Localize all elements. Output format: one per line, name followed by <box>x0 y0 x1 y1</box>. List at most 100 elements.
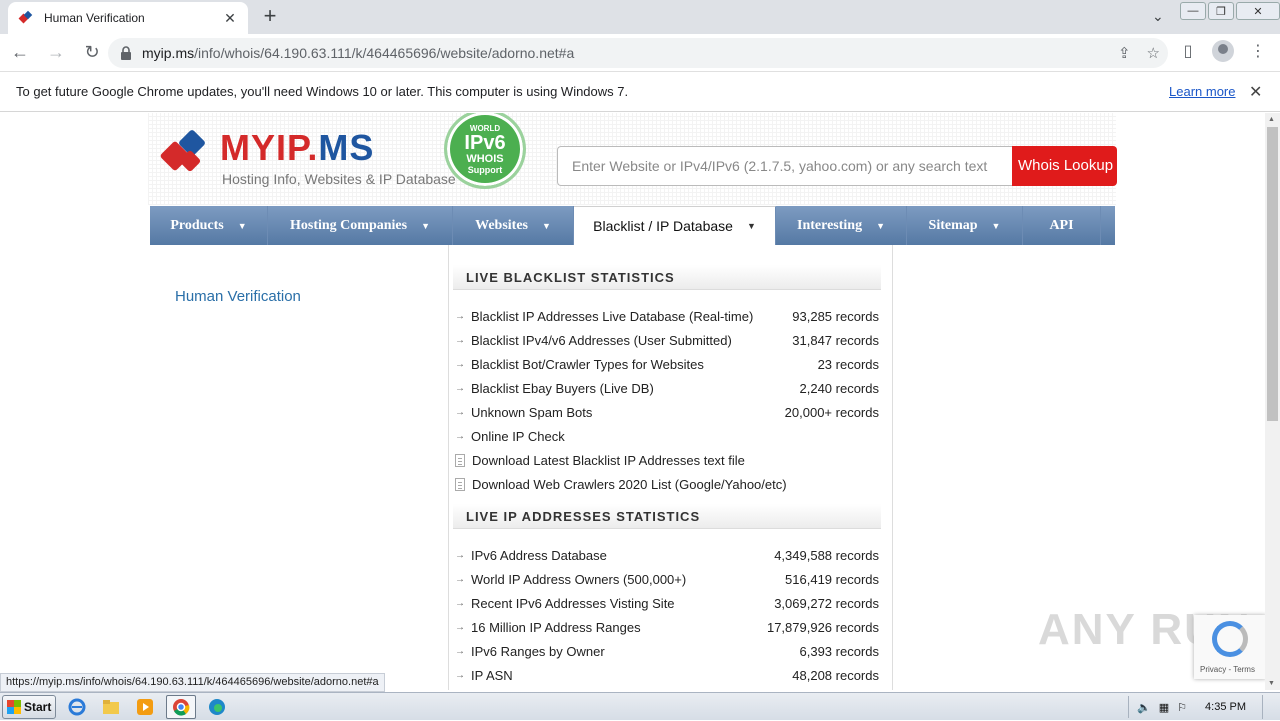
caret-down-icon: ▼ <box>991 220 1001 231</box>
nav-products[interactable]: Products ▼ <box>150 206 268 245</box>
address-bar[interactable]: myip.ms/info/whois/64.190.63.111/k/46446… <box>108 38 1168 68</box>
stats-row-label[interactable]: World IP Address Owners (500,000+) <box>471 572 785 587</box>
status-url-hint: https://myip.ms/info/whois/64.190.63.111… <box>0 673 385 692</box>
nav-blacklist-ip-database[interactable]: Blacklist / IP Database ▼ <box>574 206 776 245</box>
stats-row-label[interactable]: IP ASN <box>471 668 792 683</box>
stats-row-label[interactable]: Online IP Check <box>471 429 879 444</box>
forward-icon[interactable]: → <box>40 37 72 69</box>
stats-row-label[interactable]: Blacklist IP Addresses Live Database (Re… <box>471 309 792 324</box>
stats-row[interactable]: → IPv6 Address Database 4,349,588 records <box>455 543 879 567</box>
window-close-button[interactable]: ✕ <box>1236 2 1280 20</box>
stats-row[interactable]: → Blacklist Ebay Buyers (Live DB) 2,240 re… <box>455 376 879 400</box>
volume-icon[interactable]: 🔈 <box>1137 701 1151 714</box>
clock[interactable]: 4:35 PM <box>1205 701 1246 713</box>
tab-close-icon[interactable]: ✕ <box>222 10 238 27</box>
stats-panel: LIVE BLACKLIST STATISTICS → Blacklist IP … <box>448 245 893 690</box>
show-desktop-button[interactable] <box>1262 695 1274 719</box>
bookmark-star-icon[interactable]: ☆ <box>1147 44 1160 62</box>
stats-row[interactable]: →Web Bots 2020 - Web Spider List6,004 re… <box>455 687 879 690</box>
windows-taskbar: Start 🔈 ▦ ⚐ 4:35 PM <box>0 692 1280 720</box>
new-tab-button[interactable]: + <box>258 4 282 28</box>
page-scrollbar[interactable]: ▲ ▼ <box>1265 113 1280 690</box>
stats-row[interactable]: → Online IP Check <box>455 424 879 448</box>
arrow-right-icon: → <box>455 430 465 442</box>
reload-icon[interactable]: ↻ <box>76 37 108 69</box>
infobar-message: To get future Google Chrome updates, you… <box>16 84 629 99</box>
human-verification-link[interactable]: Human Verification <box>175 288 301 305</box>
browser-tab[interactable]: Human Verification ✕ <box>8 2 248 34</box>
minimize-button[interactable]: — <box>1180 2 1206 20</box>
stats-row-label[interactable]: Recent IPv6 Addresses Visting Site <box>471 596 774 611</box>
profile-avatar-icon[interactable] <box>1212 40 1234 62</box>
stats-row[interactable]: → Recent IPv6 Addresses Visting Site 3,069… <box>455 591 879 615</box>
stats-row[interactable]: → Blacklist IP Addresses Live Database (R… <box>455 304 879 328</box>
site-logo-text[interactable]: MYIP.MS <box>220 127 374 169</box>
scroll-down-icon[interactable]: ▼ <box>1268 680 1275 687</box>
browser-toolbar: ← → ↻ myip.ms/info/whois/64.190.63.111/k… <box>0 34 1280 72</box>
explorer-folder-icon[interactable] <box>98 695 124 719</box>
nav-websites[interactable]: Websites ▼ <box>453 206 574 245</box>
menu-kebab-icon[interactable]: ⋮ <box>1246 39 1270 63</box>
stats-row-label[interactable]: Download Web Crawlers 2020 List (Google/… <box>472 477 879 492</box>
nav-api[interactable]: API <box>1023 206 1101 245</box>
whois-search-input[interactable]: Enter Website or IPv4/IPv6 (2.1.7.5, yah… <box>557 146 1013 186</box>
tab-search-icon[interactable]: ⌄ <box>1152 8 1164 25</box>
arrow-right-icon: → <box>455 621 465 633</box>
stats-row[interactable]: → 16 Million IP Address Ranges 17,879,926 … <box>455 615 879 639</box>
stats-row[interactable]: → IPv6 Ranges by Owner 6,393 records <box>455 639 879 663</box>
logo-subtitle: Hosting Info, Websites & IP Database <box>222 171 456 187</box>
restore-button[interactable]: ❐ <box>1208 2 1234 20</box>
stats-row-label[interactable]: Blacklist Ebay Buyers (Live DB) <box>471 381 800 396</box>
stats-row-label[interactable]: Blacklist Bot/Crawler Types for Websites <box>471 357 818 372</box>
whois-lookup-button[interactable]: Whois Lookup <box>1012 146 1117 186</box>
back-icon[interactable]: ← <box>4 37 36 69</box>
arrow-right-icon: → <box>455 669 465 681</box>
badge-main: IPv6 <box>464 131 506 154</box>
stats-row[interactable]: → IP ASN 48,208 records <box>455 663 879 687</box>
stats-row[interactable]: → World IP Address Owners (500,000+) 516,4… <box>455 567 879 591</box>
infobar-close-icon[interactable]: ✕ <box>1249 82 1262 102</box>
chrome-icon[interactable] <box>166 694 196 719</box>
action-center-flag-icon[interactable]: ⚐ <box>1177 701 1187 714</box>
scrollbar-thumb[interactable] <box>1267 127 1278 421</box>
stats-row-label[interactable]: Blacklist IPv4/v6 Addresses (User Submit… <box>471 333 792 348</box>
share-icon[interactable]: ⇪ <box>1118 44 1131 62</box>
media-player-icon[interactable] <box>132 695 158 719</box>
stats-row-label[interactable]: Unknown Spam Bots <box>471 405 785 420</box>
nav-sitemap[interactable]: Sitemap ▼ <box>907 206 1023 245</box>
stats-row[interactable]: → Blacklist IPv4/v6 Addresses (User Submi… <box>455 328 879 352</box>
stats-row-value: 2,240 records <box>799 380 880 396</box>
arrow-right-icon: → <box>455 382 465 394</box>
caret-down-icon: ▼ <box>746 221 756 231</box>
ie-icon[interactable] <box>64 695 90 719</box>
blacklist-section-title: LIVE BLACKLIST STATISTICS <box>453 265 881 290</box>
recaptcha-terms[interactable]: Privacy - Terms <box>1200 665 1255 674</box>
stats-row[interactable]: Download Latest Blacklist IP Addresses t… <box>455 448 879 472</box>
stats-row-value: 4,349,588 records <box>774 547 879 563</box>
stats-row-label[interactable]: IPv6 Ranges by Owner <box>471 644 800 659</box>
nav-hosting-companies[interactable]: Hosting Companies ▼ <box>268 206 453 245</box>
network-icon[interactable]: ▦ <box>1159 701 1169 714</box>
stats-row-label[interactable]: Download Latest Blacklist IP Addresses t… <box>472 453 879 468</box>
stats-row[interactable]: → Unknown Spam Bots 20,000+ records <box>455 400 879 424</box>
ipv6-whois-badge: WORLD IPv6 WHOIS Support <box>444 113 526 189</box>
myipms-logo-icon[interactable] <box>160 127 214 181</box>
learn-more-link[interactable]: Learn more <box>1169 84 1235 99</box>
caret-down-icon: ▼ <box>541 220 551 231</box>
side-panel-icon[interactable]: ▯ <box>1176 39 1200 63</box>
recaptcha-badge[interactable]: Privacy - Terms <box>1194 615 1265 679</box>
edge-icon[interactable] <box>204 695 230 719</box>
scroll-up-icon[interactable]: ▲ <box>1268 116 1275 123</box>
ipstats-section-title: LIVE IP ADDRESSES STATISTICS <box>453 504 881 529</box>
caret-down-icon: ▼ <box>421 220 430 231</box>
stats-row[interactable]: Download Web Crawlers 2020 List (Google/… <box>455 472 879 496</box>
stats-row-label[interactable]: 16 Million IP Address Ranges <box>471 620 767 635</box>
nav-interesting[interactable]: Interesting ▼ <box>776 206 907 245</box>
windows-flag-icon <box>7 699 21 714</box>
stats-row-value: 3,069,272 records <box>774 595 879 611</box>
tray-separator <box>1128 696 1130 718</box>
stats-row-value: 17,879,926 records <box>766 619 879 635</box>
start-button[interactable]: Start <box>2 694 56 719</box>
stats-row[interactable]: → Blacklist Bot/Crawler Types for Website… <box>455 352 879 376</box>
stats-row-label[interactable]: IPv6 Address Database <box>471 548 774 563</box>
